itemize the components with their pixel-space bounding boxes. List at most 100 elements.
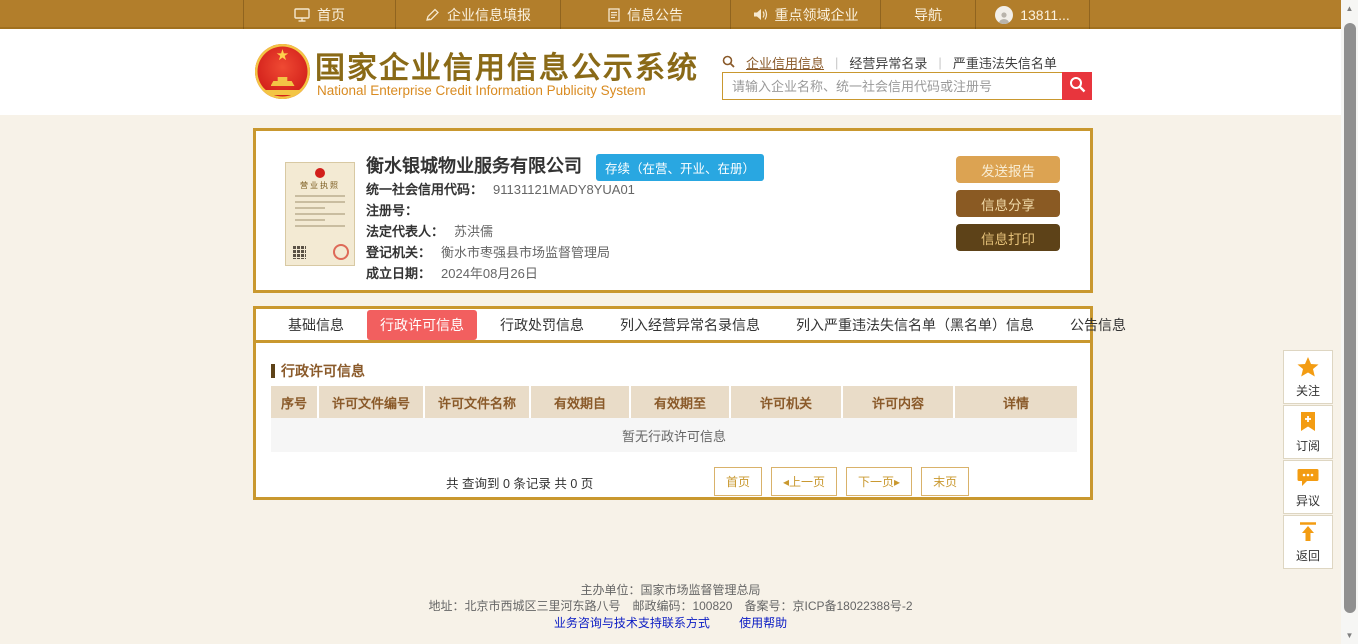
nav-item-label: 重点领域企业 [774,6,859,23]
site-header: ★ 国家企业信用信息公示系统 National Enterprise Credi… [0,31,1341,115]
nav-item-label: 导航 [914,6,942,23]
subscribe-label: 订阅 [1295,439,1320,453]
page-footer: 主办单位：国家市场监督管理总局 地址：北京市西城区三里河东路八号 邮政编码：10… [0,583,1341,632]
monitor-icon [294,7,310,22]
nav-item-label: 首页 [317,6,345,23]
field-credit-code: 统一社会信用代码： 91131121MADY8YUA01 [366,182,635,197]
section-title: 行政许可信息 [271,361,365,381]
col-serial: 序号 [271,386,319,418]
pagination-buttons: 首页 ◂上一页 下一页▸ 末页 [714,467,970,496]
col-valid-from: 有效期自 [531,386,631,418]
tab-administrative-penalty[interactable]: 行政处罚信息 [487,310,597,340]
col-valid-to: 有效期至 [631,386,731,418]
scrollbar-up-arrow[interactable]: ▲ [1341,0,1358,17]
status-badge: 存续（在营、开业、在册） [596,154,765,181]
tab-basic-info[interactable]: 基础信息 [275,310,357,340]
objection-button[interactable]: 异议 [1283,460,1333,514]
search-button[interactable] [1062,72,1092,100]
link-abnormal-operations-list[interactable]: 经营异常名录 [849,53,927,72]
nav-item-key-field-enterprises[interactable]: 重点领域企业 [730,0,880,29]
col-license-authority: 许可机关 [731,386,843,418]
license-title: 营业执照 [300,181,340,190]
tab-abnormal-operations[interactable]: 列入经营异常名录信息 [607,310,773,340]
record-count-summary: 共 查询到 0 条记录 共 0 页 [446,477,594,491]
search-box [722,72,1092,100]
field-legal-representative: 法定代表人： 苏洪儒 [366,224,494,239]
vertical-scrollbar[interactable]: ▲ ▼ [1341,0,1358,644]
share-info-button[interactable]: 信息分享 [956,190,1060,217]
emblem-gate-shape [270,77,295,86]
col-details: 详情 [1002,395,1029,411]
field-establishment-date: 成立日期： 2024年08月26日 [366,266,538,281]
footer-links: 业务咨询与技术支持联系方式 使用帮助 [0,616,1341,632]
col-license-content: 许可内容 [843,386,955,418]
nav-item-home[interactable]: 首页 [243,0,395,29]
table-header-row: 序号 许可文件编号 许可文件名称 有效期自 有效期至 许可机关 许可内容 详情 [271,386,1077,418]
tab-administrative-license[interactable]: 行政许可信息 [367,309,477,340]
search-icon [1069,76,1086,96]
footer-address: 地址：北京市西城区三里河东路八号 邮政编码：100820 备案号：京ICP备18… [428,598,913,613]
back-to-top-label: 返回 [1295,549,1320,563]
avatar [995,5,1014,24]
col-license-doc-name: 许可文件名称 [425,386,531,418]
license-red-seal [333,244,349,260]
speaker-icon [753,8,768,21]
floating-action-sidebar: 关注 订阅 异议 返回 [1283,350,1333,570]
pen-icon [425,8,440,22]
search-category-links: 企业信用信息 | 经营异常名录 | 严重违法失信名单 [722,53,1057,72]
company-fields: 统一社会信用代码： 91131121MADY8YUA01 注册号： 法定代表人：… [366,183,635,288]
top-navigation-bar: 首页 企业信息填报 信息公告 重点领域企业 导航 13811... [0,0,1341,29]
back-to-top-icon [1298,522,1318,547]
tab-bar: 基础信息 行政许可信息 行政处罚信息 列入经营异常名录信息 列入严重违法失信名单… [256,309,1126,343]
tab-announcement-info[interactable]: 公告信息 [1057,310,1139,340]
link-separator: | [835,55,839,70]
table-empty-state: 暂无行政许可信息 [271,418,1077,452]
license-table: 序号 许可文件编号 许可文件名称 有效期自 有效期至 许可机关 许可内容 详情 … [271,386,1077,452]
tab-serious-violation-blacklist[interactable]: 列入严重违法失信名单（黑名单）信息 [783,310,1047,340]
business-license-thumbnail[interactable]: 营业执照 [285,162,355,266]
license-emblem-icon [315,168,325,178]
license-qr-code [292,245,306,259]
star-icon [1297,357,1319,382]
comment-icon [1297,468,1319,492]
link-separator: | [938,55,942,70]
nav-item-user-account[interactable]: 13811... [975,0,1090,29]
nav-item-label: 企业信息填报 [447,6,531,23]
search-input[interactable] [722,72,1062,100]
col-license-doc-number: 许可文件编号 [319,386,425,418]
link-serious-violation-list[interactable]: 严重违法失信名单 [953,53,1057,72]
search-icon [722,55,735,71]
section-title-marker [271,364,275,378]
scrollbar-thumb[interactable] [1343,23,1356,613]
page: 首页 企业信息填报 信息公告 重点领域企业 导航 13811... ★ 国家企业… [0,0,1358,644]
nav-item-enterprise-report[interactable]: 企业信息填报 [395,0,560,29]
objection-label: 异议 [1295,493,1320,508]
bookmark-plus-icon [1300,412,1316,437]
last-page-button[interactable]: 末页 [921,467,970,496]
nav-item-label: 13811... [1020,6,1070,23]
footer-link-support-contact[interactable]: 业务咨询与技术支持联系方式 [554,616,710,630]
footer-organizer: 主办单位：国家市场监督管理总局 [580,583,761,597]
national-emblem-logo: ★ [255,44,310,99]
nav-items: 首页 企业信息填报 信息公告 重点领域企业 导航 13811... [243,0,1090,29]
previous-page-button[interactable]: ◂上一页 [771,467,838,496]
back-to-top-button[interactable]: 返回 [1283,515,1333,569]
emblem-ribbon-shape [265,90,300,95]
site-title: 国家企业信用信息公示系统 [315,52,699,85]
next-page-button[interactable]: 下一页▸ [846,467,913,496]
emblem-star-icon: ★ [275,47,290,64]
print-info-button[interactable]: 信息打印 [956,224,1060,251]
follow-button[interactable]: 关注 [1283,350,1333,404]
link-enterprise-credit-info[interactable]: 企业信用信息 [746,53,824,72]
pagination-bar: 共 查询到 0 条记录 共 0 页 首页 ◂上一页 下一页▸ 末页 [271,467,1077,496]
field-registration-number: 注册号： [366,203,419,218]
send-report-button[interactable]: 发送报告 [956,156,1060,183]
scrollbar-down-arrow[interactable]: ▼ [1341,627,1358,644]
subscribe-button[interactable]: 订阅 [1283,405,1333,459]
footer-link-help[interactable]: 使用帮助 [739,616,787,630]
nav-item-navigation[interactable]: 导航 [880,0,975,29]
first-page-button[interactable]: 首页 [714,467,763,496]
company-info-card: 营业执照 衡水银城物业服务有限公司 存续（在营、开业、在册） 统一社会信用代码：… [253,128,1093,293]
nav-item-announcements[interactable]: 信息公告 [560,0,730,29]
document-icon [608,7,620,22]
